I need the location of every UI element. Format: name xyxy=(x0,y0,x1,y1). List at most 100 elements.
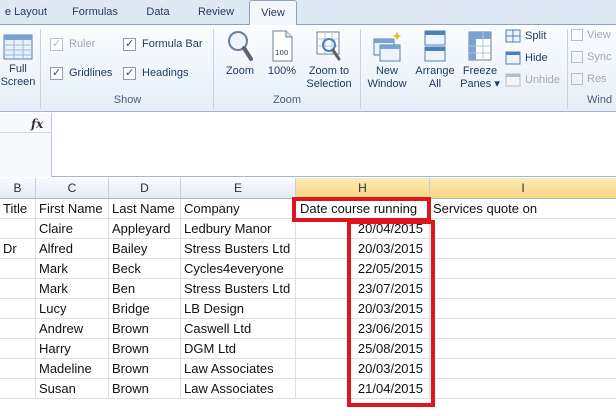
cell-first-name[interactable]: Claire xyxy=(36,219,109,239)
cell-company[interactable]: Law Associates xyxy=(181,379,296,399)
synchronous-scrolling-button[interactable]: Sync xyxy=(571,51,611,64)
name-box[interactable] xyxy=(0,113,52,133)
table-row: Mark Ben Stress Busters Ltd 23/07/2015 xyxy=(0,279,616,299)
cell-services-quote-on[interactable] xyxy=(430,259,616,279)
cell-last-name[interactable]: Bridge xyxy=(109,299,181,319)
cell-title[interactable] xyxy=(0,319,36,339)
cell-first-name[interactable]: Madeline xyxy=(36,359,109,379)
cell-services-quote-on[interactable] xyxy=(430,219,616,239)
split-button[interactable]: Split xyxy=(505,29,546,43)
cell-title[interactable] xyxy=(0,279,36,299)
insert-function-icon[interactable]: fx xyxy=(31,117,43,131)
headings-checkbox[interactable]: Headings xyxy=(123,66,188,82)
column-header-b[interactable]: B xyxy=(0,178,36,199)
column-header-d[interactable]: D xyxy=(109,178,181,199)
hide-label: Hide xyxy=(525,51,548,64)
cell-last-name[interactable]: Brown xyxy=(109,339,181,359)
cell-company[interactable]: Cycles4everyone xyxy=(181,259,296,279)
highlight-date-values xyxy=(347,220,435,407)
table-row: Claire Appleyard Ledbury Manor 20/04/2015 xyxy=(0,219,616,239)
ruler-checkbox[interactable]: Ruler xyxy=(50,37,95,53)
cell-last-name[interactable]: Brown xyxy=(109,379,181,399)
cell-last-name[interactable]: Beck xyxy=(109,259,181,279)
worksheet-grid[interactable]: B C D E H I Title First Name Last Name Comp… xyxy=(0,178,616,416)
arrange-all-icon xyxy=(424,30,446,62)
cell-last-name[interactable]: Appleyard xyxy=(109,219,181,239)
view-side-by-side-button[interactable]: View xyxy=(571,29,611,42)
tab-data[interactable]: Data xyxy=(136,0,180,25)
cell-title[interactable]: Dr xyxy=(0,239,36,259)
cell-company[interactable]: Company xyxy=(181,199,296,219)
cell-title[interactable] xyxy=(0,359,36,379)
cell-title[interactable] xyxy=(0,299,36,319)
column-header-h[interactable]: H xyxy=(296,178,430,199)
new-window-icon xyxy=(373,32,402,62)
cell-first-name[interactable]: Harry xyxy=(36,339,109,359)
cell-first-name[interactable]: Susan xyxy=(36,379,109,399)
cell-first-name[interactable]: Mark xyxy=(36,279,109,299)
ribbon-view: Full Screen Ruler Formula Bar Gridlines … xyxy=(0,25,616,112)
headings-label: Headings xyxy=(142,67,189,79)
zoom-button[interactable]: Zoom xyxy=(220,29,260,78)
cell-company[interactable]: Stress Busters Ltd xyxy=(181,279,296,299)
cell-company[interactable]: Caswell Ltd xyxy=(181,319,296,339)
cell-services-quote-on[interactable] xyxy=(430,319,616,339)
cell-services-quote-on[interactable] xyxy=(430,379,616,399)
cell-first-name[interactable]: First Name xyxy=(36,199,109,219)
cell-title[interactable] xyxy=(0,379,36,399)
cell-last-name[interactable]: Brown xyxy=(109,319,181,339)
new-window-label-2: Window xyxy=(367,78,407,90)
cell-services-quote-on[interactable] xyxy=(430,359,616,379)
full-screen-label-2: Screen xyxy=(0,76,36,88)
cell-services-quote-on[interactable] xyxy=(430,299,616,319)
zoom-to-selection-button[interactable]: Zoom to Selection xyxy=(302,29,356,91)
column-header-e[interactable]: E xyxy=(181,178,296,199)
cell-company[interactable]: Law Associates xyxy=(181,359,296,379)
cell-last-name[interactable]: Brown xyxy=(109,359,181,379)
arrange-all-button[interactable]: Arrange All xyxy=(413,29,457,91)
cell-services-quote-on[interactable] xyxy=(430,239,616,259)
cell-first-name[interactable]: Alfred xyxy=(36,239,109,259)
formula-input[interactable] xyxy=(54,113,616,177)
cell-company[interactable]: Stress Busters Ltd xyxy=(181,239,296,259)
cell-title[interactable] xyxy=(0,259,36,279)
formula-bar-checkbox[interactable]: Formula Bar xyxy=(123,37,203,53)
reset-position-icon xyxy=(571,73,583,86)
cell-title[interactable]: Title xyxy=(0,199,36,219)
zoom-100-label: 100% xyxy=(267,65,297,77)
svg-text:100: 100 xyxy=(275,49,288,57)
tab-page-layout[interactable]: e Layout xyxy=(0,0,52,25)
cell-services-quote-on[interactable] xyxy=(430,339,616,359)
gridlines-checkbox[interactable]: Gridlines xyxy=(50,66,112,82)
hide-button[interactable]: Hide xyxy=(505,51,548,65)
unhide-button[interactable]: Unhide xyxy=(505,73,560,87)
tab-review[interactable]: Review xyxy=(188,0,244,25)
column-header-i[interactable]: I xyxy=(430,178,616,199)
cell-title[interactable] xyxy=(0,339,36,359)
cell-last-name[interactable]: Last Name xyxy=(109,199,181,219)
cell-company[interactable]: LB Design xyxy=(181,299,296,319)
zoom-100-button[interactable]: 100 100% xyxy=(264,29,300,78)
cell-first-name[interactable]: Lucy xyxy=(36,299,109,319)
full-screen-icon xyxy=(3,34,33,60)
new-window-button[interactable]: New Window xyxy=(362,29,412,91)
freeze-panes-button[interactable]: Freeze Panes ▾ xyxy=(458,29,502,91)
tab-formulas[interactable]: Formulas xyxy=(62,0,128,25)
cell-last-name[interactable]: Bailey xyxy=(109,239,181,259)
reset-window-position-button[interactable]: Res xyxy=(571,73,607,86)
cell-first-name[interactable]: Mark xyxy=(36,259,109,279)
tab-view[interactable]: View xyxy=(249,0,297,26)
checkbox-icon xyxy=(123,66,136,80)
table-row: Andrew Brown Caswell Ltd 23/06/2015 xyxy=(0,319,616,339)
table-row: Susan Brown Law Associates 21/04/2015 xyxy=(0,379,616,399)
cell-company[interactable]: Ledbury Manor xyxy=(181,219,296,239)
cell-last-name[interactable]: Ben xyxy=(109,279,181,299)
full-screen-button[interactable]: Full Screen xyxy=(0,33,36,89)
column-header-c[interactable]: C xyxy=(36,178,109,199)
cell-company[interactable]: DGM Ltd xyxy=(181,339,296,359)
cell-services-quote-on[interactable]: Services quote on xyxy=(430,199,616,219)
formula-bar-label: Formula Bar xyxy=(142,38,203,50)
cell-first-name[interactable]: Andrew xyxy=(36,319,109,339)
cell-services-quote-on[interactable] xyxy=(430,279,616,299)
cell-title[interactable] xyxy=(0,219,36,239)
